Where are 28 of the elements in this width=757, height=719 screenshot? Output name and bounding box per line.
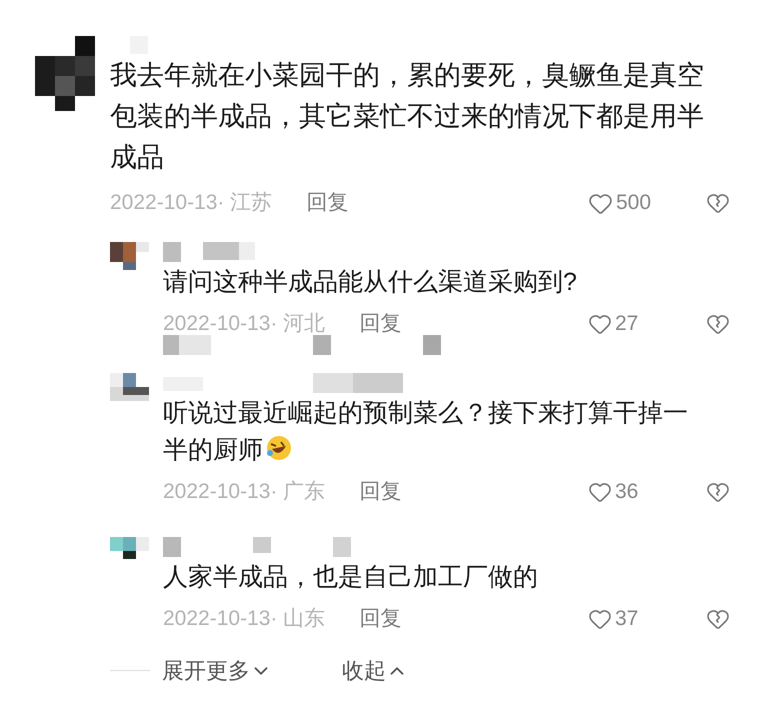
like-button[interactable]: 36 — [588, 477, 706, 507]
like-button[interactable]: 37 — [588, 604, 706, 634]
reply-button[interactable]: 回复 — [359, 477, 402, 507]
comment-date: 2022-10-13· 河北 — [163, 311, 326, 337]
reply-button[interactable]: 回复 — [359, 604, 402, 634]
comment-text: 我去年就在小菜园干的，累的要死，臭鳜鱼是真空包装的半成品，其它菜忙不过来的情况下都是用半成品 — [110, 59, 705, 174]
dislike-icon[interactable] — [706, 312, 730, 336]
heart-icon — [588, 312, 612, 336]
reply-button[interactable]: 回复 — [359, 309, 402, 339]
comment-date: 2022-10-13· 广东 — [163, 479, 326, 505]
comment-date: 2022-10-13· 山东 — [163, 606, 326, 632]
like-button[interactable]: 500 — [588, 188, 706, 218]
like-button[interactable]: 27 — [588, 309, 706, 339]
collapse-button[interactable]: 收起 — [342, 654, 408, 687]
reply-button[interactable]: 回复 — [306, 188, 348, 218]
reply-text: 人家半成品，也是自己加工厂做的 — [163, 562, 539, 593]
heart-icon — [588, 607, 612, 631]
heart-icon — [588, 480, 612, 504]
laughing-emoji-icon — [265, 434, 293, 462]
expand-more-button[interactable]: 展开更多 — [162, 654, 272, 687]
dislike-icon[interactable] — [706, 480, 730, 504]
avatar-mosaic — [110, 373, 149, 401]
avatar-mosaic — [110, 242, 149, 270]
reply-text: 听说过最近崛起的预制菜么？接下来打算干掉一半的厨师 — [163, 398, 689, 466]
reply-text: 请问这种半成品能从什么渠道采购到? — [163, 267, 578, 298]
comment-date: 2022-10-13· 江苏 — [110, 190, 272, 216]
dislike-icon[interactable] — [706, 191, 730, 215]
dislike-icon[interactable] — [706, 607, 730, 631]
